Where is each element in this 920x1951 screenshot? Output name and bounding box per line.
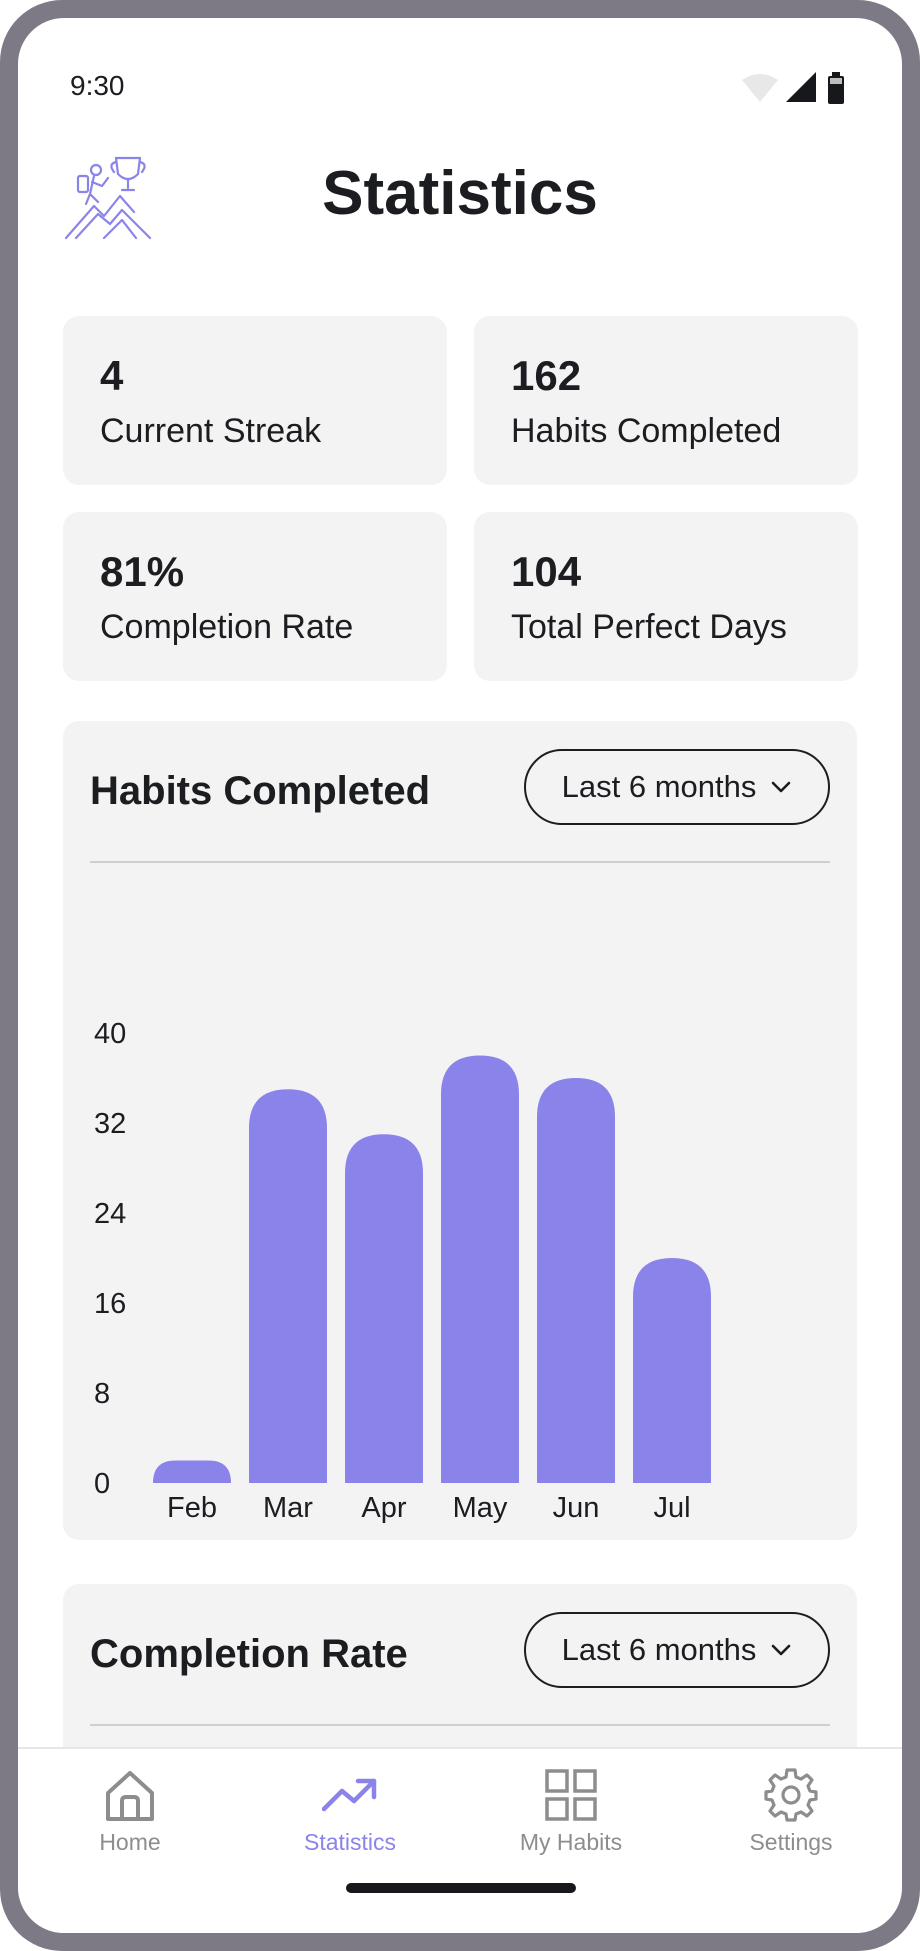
- cellular-signal-icon: [786, 72, 816, 102]
- home-icon: [106, 1771, 154, 1821]
- tab-label: My Habits: [519, 1829, 623, 1855]
- tab-label: Home: [99, 1829, 161, 1855]
- bar-may: [441, 1055, 519, 1483]
- stat-card-completion-rate: 81% Completion Rate: [63, 512, 447, 681]
- status-time: 9:30: [70, 70, 125, 101]
- screen: 9:30 Statistics 4 Current Streak 162 Hab…: [18, 18, 902, 1933]
- bottom-tab-bar: Home Statistics My Habits Settings: [18, 1747, 902, 1933]
- y-tick-label: 8: [94, 1378, 110, 1410]
- gear-icon: [764, 1768, 818, 1822]
- x-tick-label: Jun: [553, 1492, 600, 1524]
- tab-home[interactable]: Home: [30, 1767, 230, 1856]
- page-title: Statistics: [322, 159, 598, 228]
- status-icons: [742, 72, 844, 104]
- y-tick-label: 24: [94, 1198, 126, 1230]
- stat-value: 81%: [100, 548, 185, 595]
- stat-card-total-perfect-days: 104 Total Perfect Days: [474, 512, 858, 681]
- tab-statistics[interactable]: Statistics: [250, 1767, 450, 1856]
- stat-value: 4: [100, 352, 124, 399]
- home-indicator: [346, 1883, 576, 1893]
- rate-range-dropdown[interactable]: Last 6 months: [524, 1612, 830, 1688]
- x-tick-label: Mar: [263, 1492, 313, 1524]
- bar-jul: [633, 1258, 711, 1483]
- habits-completed-panel: Habits Completed Last 6 months 0 8 16 24 32 4…: [63, 721, 857, 1540]
- y-tick-label: 40: [94, 1018, 126, 1050]
- stat-label: Completion Rate: [100, 608, 354, 646]
- chevron-down-icon: [772, 1644, 791, 1656]
- trend-up-icon: [322, 1778, 377, 1812]
- x-tick-label: May: [453, 1492, 508, 1524]
- panel-divider: [90, 1724, 830, 1726]
- x-tick-label: Apr: [361, 1492, 406, 1524]
- bar-jun: [537, 1078, 615, 1483]
- tab-settings[interactable]: Settings: [691, 1767, 891, 1856]
- stat-card-habits-completed: 162 Habits Completed: [474, 316, 858, 485]
- grid-icon: [545, 1769, 597, 1821]
- tab-my-habits[interactable]: My Habits: [471, 1767, 671, 1856]
- stat-value: 104: [511, 548, 582, 595]
- stat-label: Total Perfect Days: [511, 608, 787, 646]
- stat-label: Current Streak: [100, 412, 322, 450]
- bar-mar: [249, 1089, 327, 1483]
- x-tick-label: Feb: [167, 1492, 217, 1524]
- range-label: Last 6 months: [561, 1632, 757, 1667]
- tab-label: Statistics: [303, 1829, 397, 1855]
- bar-apr: [345, 1134, 423, 1483]
- stat-label: Habits Completed: [511, 412, 782, 450]
- x-tick-label: Jul: [653, 1492, 690, 1524]
- stat-value: 162: [511, 352, 582, 399]
- y-tick-label: 16: [94, 1288, 126, 1320]
- stat-card-current-streak: 4 Current Streak: [63, 316, 447, 485]
- panel-title: Completion Rate: [90, 1632, 408, 1676]
- y-tick-label: 0: [94, 1468, 110, 1500]
- bar-feb: [153, 1460, 231, 1483]
- tab-label: Settings: [749, 1829, 833, 1855]
- habits-bar-chart: 0 8 16 24 32 40 Feb Mar Apr May Jun Jul: [94, 1018, 711, 1524]
- wifi-icon: [742, 74, 778, 102]
- y-tick-label: 32: [94, 1108, 126, 1140]
